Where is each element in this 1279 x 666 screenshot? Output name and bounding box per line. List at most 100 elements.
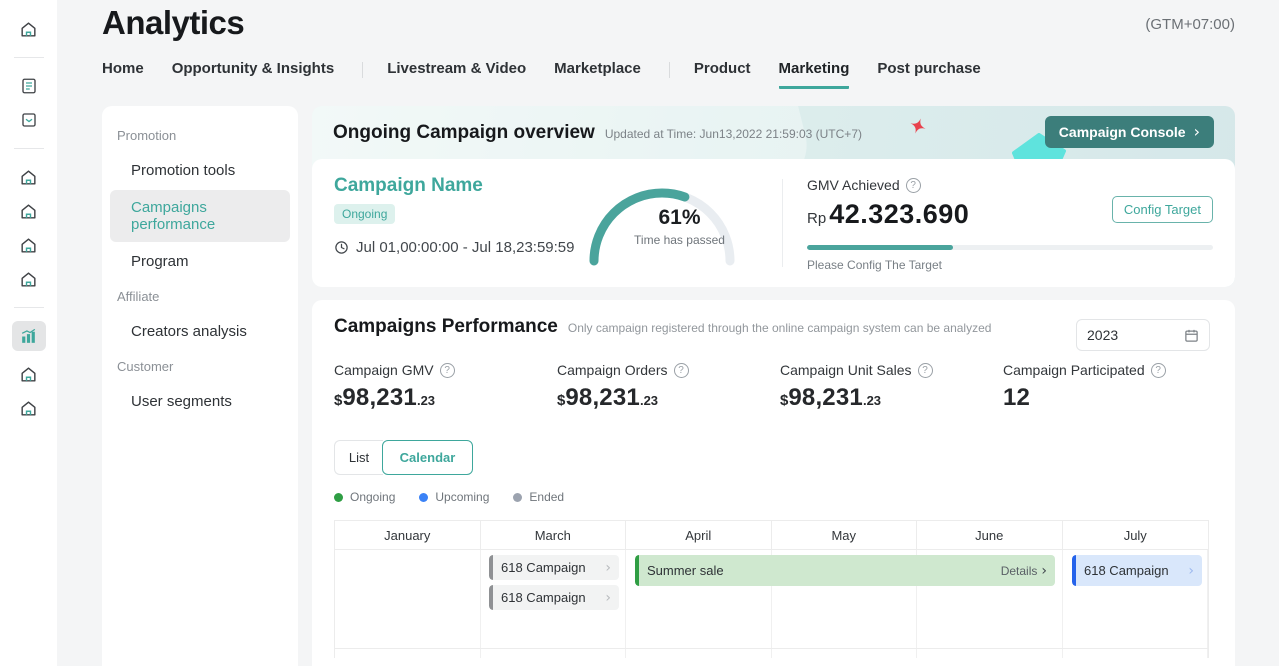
legend-ended: Ended bbox=[513, 490, 564, 504]
campaign-status-badge: Ongoing bbox=[334, 204, 395, 224]
sidebar-section-customer: Customer bbox=[110, 351, 290, 384]
icon-rail bbox=[0, 0, 57, 666]
campaigns-performance-section: Campaigns Performance Only campaign regi… bbox=[312, 300, 1235, 666]
top-nav: Home Opportunity & Insights Livestream &… bbox=[102, 60, 1009, 89]
campaign-name-link[interactable]: Campaign Name bbox=[334, 175, 577, 197]
config-target-button[interactable]: Config Target bbox=[1112, 196, 1213, 223]
overview-title: Ongoing Campaign overview bbox=[333, 122, 595, 144]
ended-dot-icon bbox=[513, 493, 522, 502]
home-icon[interactable] bbox=[12, 14, 46, 44]
tab-post-purchase[interactable]: Post purchase bbox=[877, 60, 980, 86]
nav-separator bbox=[362, 62, 363, 78]
event-details-link[interactable]: Details bbox=[1001, 564, 1042, 578]
calendar-row-divider bbox=[335, 648, 1208, 649]
sidebar-section-promotion: Promotion bbox=[110, 120, 290, 153]
month-header-may: May bbox=[772, 521, 918, 549]
campaign-info: Campaign Name Ongoing Jul 01,00:00:00 - … bbox=[312, 159, 577, 287]
tab-product[interactable]: Product bbox=[694, 60, 751, 86]
event-618-campaign-upcoming[interactable]: 618 Campaign› bbox=[1072, 555, 1202, 586]
help-icon[interactable]: ? bbox=[674, 363, 689, 378]
help-icon[interactable]: ? bbox=[440, 363, 455, 378]
help-icon[interactable]: ? bbox=[1151, 363, 1166, 378]
rail-divider bbox=[14, 307, 44, 308]
year-picker[interactable]: 2023 bbox=[1076, 319, 1210, 351]
orders-icon[interactable] bbox=[12, 71, 46, 101]
chevron-right-icon: › bbox=[1041, 563, 1055, 579]
tab-home[interactable]: Home bbox=[102, 60, 144, 86]
clock-icon bbox=[334, 240, 349, 255]
gmv-progress-fill bbox=[807, 245, 953, 250]
month-header-july: July bbox=[1063, 521, 1209, 549]
help-center-icon[interactable] bbox=[12, 393, 46, 423]
main-column: Ongoing Campaign overview Updated at Tim… bbox=[312, 106, 1235, 666]
event-618-campaign-ended[interactable]: 618 Campaign› bbox=[489, 585, 619, 610]
inbox-icon[interactable] bbox=[12, 105, 46, 135]
shipping-icon[interactable] bbox=[12, 230, 46, 260]
gmv-progress-bar bbox=[807, 245, 1213, 250]
ongoing-campaign-overview-section: Ongoing Campaign overview Updated at Tim… bbox=[312, 106, 1235, 287]
marketing-icon[interactable] bbox=[12, 264, 46, 294]
finance-icon[interactable] bbox=[12, 196, 46, 226]
calendar-icon bbox=[1184, 328, 1199, 343]
chevron-right-icon: › bbox=[605, 590, 619, 606]
gmv-achieved-block: GMV Achieved ? Rp42.323.690 Config Targe… bbox=[783, 159, 1235, 287]
year-value: 2023 bbox=[1087, 327, 1184, 343]
month-header-june: June bbox=[917, 521, 1063, 549]
overview-card: Campaign Name Ongoing Jul 01,00:00:00 - … bbox=[312, 159, 1235, 287]
calendar-cell bbox=[335, 550, 481, 658]
sidebar-item-program[interactable]: Program bbox=[110, 244, 290, 279]
metric-campaign-gmv: Campaign GMV? $98,231.23 bbox=[334, 362, 557, 412]
performance-subtitle: Only campaign registered through the onl… bbox=[568, 321, 992, 338]
calendar-view-button[interactable]: Calendar bbox=[382, 440, 473, 475]
sidebar-item-promotion-tools[interactable]: Promotion tools bbox=[110, 153, 290, 188]
month-header-april: April bbox=[626, 521, 772, 549]
rail-divider bbox=[14, 57, 44, 58]
tab-marketing[interactable]: Marketing bbox=[779, 60, 850, 89]
settings-icon[interactable] bbox=[12, 359, 46, 389]
gauge-percent-value: 61% bbox=[577, 206, 782, 230]
gmv-config-hint: Please Config The Target bbox=[807, 258, 1213, 272]
products-icon[interactable] bbox=[12, 162, 46, 192]
help-icon[interactable]: ? bbox=[918, 363, 933, 378]
view-toggle: List Calendar bbox=[334, 440, 1213, 475]
campaign-calendar: January March April May June July bbox=[334, 520, 1209, 658]
metric-campaign-participated: Campaign Participated? 12 bbox=[1003, 362, 1213, 412]
status-legend: Ongoing Upcoming Ended bbox=[334, 490, 1213, 504]
analytics-icon[interactable] bbox=[12, 321, 46, 351]
sidebar-item-creators-analysis[interactable]: Creators analysis bbox=[110, 314, 290, 349]
help-icon[interactable]: ? bbox=[906, 178, 921, 193]
ongoing-dot-icon bbox=[334, 493, 343, 502]
month-header-january: January bbox=[335, 521, 481, 549]
metric-campaign-orders: Campaign Orders? $98,231.23 bbox=[557, 362, 780, 412]
metric-campaign-unit-sales: Campaign Unit Sales? $98,231.23 bbox=[780, 362, 1003, 412]
sidebar-section-affiliate: Affiliate bbox=[110, 281, 290, 314]
gmv-currency: Rp bbox=[807, 210, 826, 227]
legend-ongoing: Ongoing bbox=[334, 490, 395, 504]
campaign-console-button[interactable]: Campaign Console› bbox=[1045, 116, 1214, 148]
overview-updated-timestamp: Updated at Time: Jun13,2022 21:59:03 (UT… bbox=[605, 124, 862, 141]
event-summer-sale-ongoing[interactable]: Summer sale Details › bbox=[635, 555, 1055, 586]
time-passed-gauge: 61% Time has passed bbox=[577, 159, 782, 287]
upcoming-dot-icon bbox=[419, 493, 428, 502]
sidebar-item-user-segments[interactable]: User segments bbox=[110, 384, 290, 419]
confetti-red-sparkle-icon bbox=[910, 118, 926, 134]
timezone-label: (GTM+07:00) bbox=[1145, 16, 1235, 33]
page-title: Analytics bbox=[102, 0, 244, 46]
performance-title: Campaigns Performance bbox=[334, 316, 558, 338]
chevron-right-icon: › bbox=[1194, 126, 1200, 138]
gmv-value: 42.323.690 bbox=[829, 199, 969, 229]
month-header-march: March bbox=[481, 521, 627, 549]
tab-livestream-video[interactable]: Livestream & Video bbox=[387, 60, 526, 86]
sidebar: Promotion Promotion tools Campaigns perf… bbox=[102, 106, 298, 666]
nav-separator bbox=[669, 62, 670, 78]
tab-opportunity-insights[interactable]: Opportunity & Insights bbox=[172, 60, 335, 86]
gauge-caption: Time has passed bbox=[577, 233, 782, 247]
event-618-campaign-ended[interactable]: 618 Campaign› bbox=[489, 555, 619, 580]
chevron-right-icon: › bbox=[1188, 563, 1202, 579]
tab-marketplace[interactable]: Marketplace bbox=[554, 60, 641, 86]
content-area: Promotion Promotion tools Campaigns perf… bbox=[102, 106, 1235, 666]
list-view-button[interactable]: List bbox=[334, 440, 383, 475]
sidebar-item-campaigns-performance[interactable]: Campaigns performance bbox=[110, 190, 290, 242]
gmv-achieved-label: GMV Achieved bbox=[807, 177, 900, 193]
campaign-date-range: Jul 01,00:00:00 - Jul 18,23:59:59 bbox=[356, 239, 575, 256]
